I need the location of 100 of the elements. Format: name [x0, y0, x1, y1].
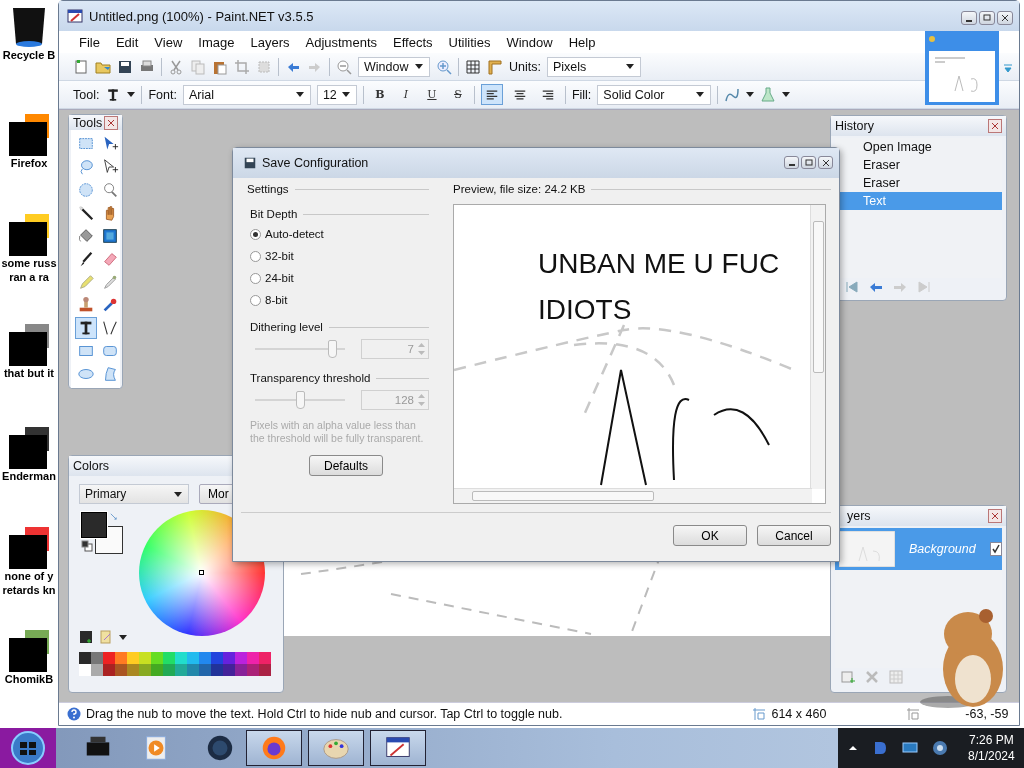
primary-color-swatch[interactable]	[81, 512, 107, 538]
ok-button[interactable]: OK	[673, 525, 747, 546]
show-hidden-icons-icon[interactable]	[848, 743, 858, 753]
window-title: Untitled.png (100%) - Paint.NET v3.5.5	[89, 8, 314, 24]
close-button[interactable]	[104, 115, 118, 130]
swap-icon[interactable]	[109, 512, 118, 521]
cut-icon[interactable]	[168, 58, 184, 75]
fill-dropdown[interactable]: Solid Color	[597, 84, 712, 105]
text-style-button[interactable]: S	[447, 84, 468, 105]
close-button[interactable]	[997, 11, 1013, 25]
lasso-icon	[77, 158, 95, 176]
chevron-icon[interactable]	[1003, 63, 1013, 73]
menu-item[interactable]: Window	[498, 34, 561, 50]
minimize-button[interactable]	[961, 11, 977, 25]
app-icon	[67, 8, 83, 24]
menu-item[interactable]: Adjustments	[297, 34, 386, 50]
caret-icon[interactable]	[119, 634, 127, 640]
menu-item[interactable]: View	[146, 34, 191, 50]
taskbar-app[interactable]	[308, 730, 364, 766]
taskbar-app[interactable]	[370, 730, 426, 766]
radio-button[interactable]	[250, 272, 261, 284]
color-mode-dropdown[interactable]: Primary	[79, 484, 189, 504]
redacted-icon[interactable]	[9, 628, 49, 672]
ruler-icon[interactable]	[487, 58, 503, 75]
color-palette[interactable]	[79, 652, 273, 676]
font-size-dropdown[interactable]: 12	[316, 84, 357, 105]
caret-icon	[341, 92, 350, 97]
undo-icon[interactable]	[869, 280, 883, 294]
menu-item[interactable]: Image	[190, 34, 243, 50]
close-button[interactable]	[818, 156, 833, 169]
cancel-button[interactable]: Cancel	[757, 525, 831, 546]
line-curve-icon	[101, 319, 119, 337]
menu-item[interactable]: Edit	[107, 34, 147, 50]
align-button[interactable]	[480, 84, 503, 105]
radio-option[interactable]: 32-bit	[247, 245, 429, 267]
radio-option[interactable]: Auto-detect	[247, 223, 429, 245]
vertical-scrollbar[interactable]	[810, 205, 825, 489]
color-picker-marker[interactable]	[199, 570, 204, 575]
dialog-title: Save Configuration	[262, 156, 369, 170]
menu-item[interactable]: Effects	[385, 34, 441, 50]
curve-icon[interactable]	[724, 86, 741, 103]
image-thumbnail[interactable]	[925, 31, 999, 105]
monitor-icon[interactable]	[902, 740, 918, 756]
menu-item[interactable]: Utilities	[440, 34, 499, 50]
grid-icon[interactable]	[465, 58, 481, 75]
text-style-button[interactable]: U	[421, 84, 442, 105]
minimize-button[interactable]	[784, 156, 799, 169]
redacted-icon[interactable]	[9, 525, 49, 569]
defaults-button[interactable]: Defaults	[309, 455, 383, 476]
tray-app-icon[interactable]	[872, 740, 888, 756]
redacted-icon[interactable]	[9, 212, 49, 256]
units-label: Units:	[509, 59, 541, 74]
horizontal-scrollbar[interactable]	[454, 488, 812, 503]
preview-text: UNBAN ME U FUC	[538, 247, 781, 281]
text-style-button[interactable]: B	[369, 84, 390, 105]
section-heading: Bit Depth	[250, 208, 298, 220]
menu-item[interactable]: File	[71, 34, 108, 50]
start-button[interactable]	[0, 728, 56, 768]
radio-button[interactable]	[250, 228, 261, 240]
reset-colors-icon[interactable]	[81, 540, 93, 552]
radio-option[interactable]: 24-bit	[247, 267, 429, 289]
menu-item[interactable]: Help	[560, 34, 604, 50]
radio-button[interactable]	[250, 250, 261, 262]
visibility-checkbox[interactable]	[989, 542, 1002, 556]
zoom-in-icon[interactable]	[436, 58, 452, 75]
radio-option[interactable]: 8-bit	[247, 289, 429, 311]
redacted-icon[interactable]	[9, 112, 49, 156]
cursor-position-icon	[906, 707, 921, 721]
magic-wand-icon	[77, 204, 95, 222]
zoom-out-icon[interactable]	[336, 58, 352, 75]
tool-label: Tool:	[73, 87, 100, 102]
zoom-dropdown[interactable]: Window	[358, 56, 430, 77]
redacted-icon[interactable]	[9, 425, 49, 469]
speaker-icon[interactable]	[932, 740, 948, 756]
save-icon[interactable]	[117, 58, 133, 75]
dotted-circle-icon	[77, 181, 95, 199]
maximize-icon	[803, 157, 814, 168]
tool-button[interactable]	[75, 317, 97, 339]
palette-menu-icon[interactable]	[99, 630, 113, 644]
radio-button[interactable]	[250, 294, 261, 306]
section-heading: Dithering level	[250, 321, 323, 333]
close-button[interactable]	[988, 509, 1002, 523]
caret-icon[interactable]	[782, 92, 791, 97]
close-button[interactable]	[988, 119, 1002, 133]
units-dropdown[interactable]: Pixels	[546, 56, 641, 77]
font-dropdown[interactable]: Arial	[182, 84, 311, 105]
palette-add-icon[interactable]	[79, 630, 93, 644]
close-icon	[820, 157, 831, 168]
section-heading: Settings	[247, 183, 289, 195]
globe-icon	[205, 733, 235, 763]
redacted-icon[interactable]	[9, 322, 49, 366]
new-file-icon[interactable]	[73, 58, 89, 75]
text-style-button[interactable]: I	[395, 84, 416, 105]
taskbar-app[interactable]	[246, 730, 302, 766]
eyedropper-icon	[101, 273, 119, 291]
save-icon	[243, 156, 257, 170]
menu-item[interactable]: Layers	[242, 34, 298, 50]
rewind-icon[interactable]	[845, 280, 859, 294]
caret-icon[interactable]	[127, 92, 136, 97]
caret-icon[interactable]	[746, 92, 755, 97]
